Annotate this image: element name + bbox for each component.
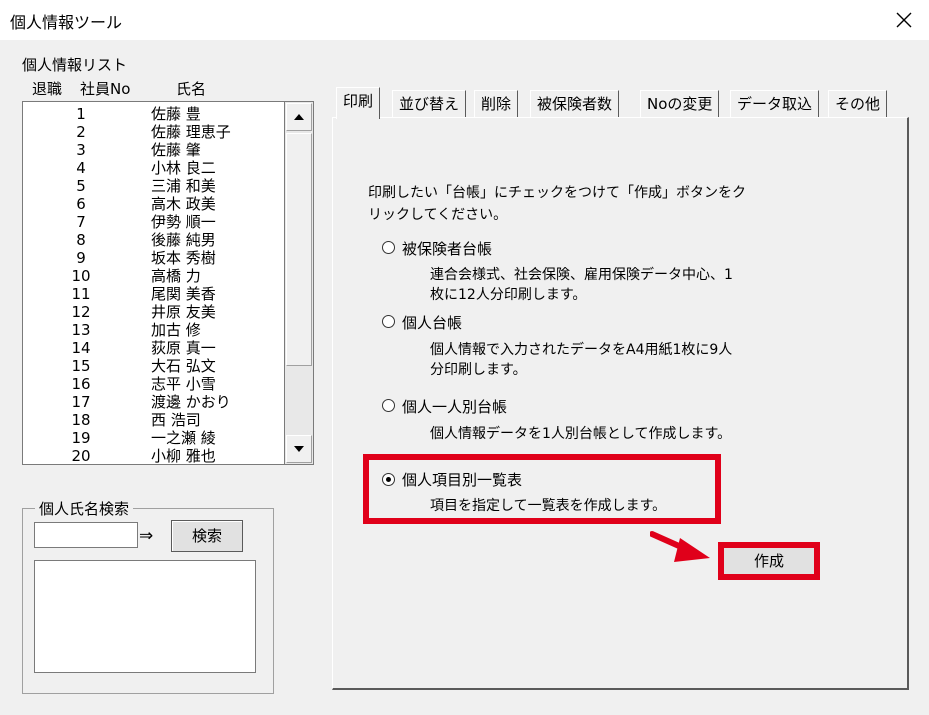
search-result-list[interactable]: [34, 560, 256, 673]
arrow-up-icon: [294, 114, 304, 120]
list-item[interactable]: 4 小林 良二: [23, 159, 285, 177]
option-label-individual-ledger: 個人一人別台帳: [402, 398, 508, 416]
list-item[interactable]: 3 佐藤 肇: [23, 141, 285, 159]
list-item[interactable]: 18 西 浩司: [23, 411, 285, 429]
radio-insured-ledger[interactable]: [382, 241, 395, 254]
search-group-title: 個人氏名検索: [35, 498, 134, 519]
list-item[interactable]: 16 志平 小雪: [23, 375, 285, 393]
option-desc-individual-ledger: 個人情報データを1人別台帳として作成します。: [430, 426, 732, 442]
col-header-retired: 退職: [32, 80, 63, 98]
search-button[interactable]: 検索: [171, 520, 243, 552]
radio-personal-ledger[interactable]: [382, 315, 395, 328]
list-item[interactable]: 12 井原 友美: [23, 303, 285, 321]
list-scrollbar[interactable]: [284, 101, 314, 465]
red-arrow-icon: [650, 531, 710, 562]
list-item[interactable]: 6 高木 政美: [23, 195, 285, 213]
list-item[interactable]: 8 後藤 純男: [23, 231, 285, 249]
arrow-down-icon: [294, 446, 304, 452]
list-item[interactable]: 5 三浦 和美: [23, 177, 285, 195]
col-header-name: 氏名: [176, 80, 207, 98]
list-title: 個人情報リスト: [22, 56, 128, 74]
tab-print[interactable]: 印刷: [336, 87, 381, 119]
scroll-up-button[interactable]: [286, 103, 312, 131]
list-item[interactable]: 15 大石 弘文: [23, 357, 285, 375]
employee-list[interactable]: 1 佐藤 豊 2 佐藤 理恵子 3 佐藤 肇 4 小林 良二 5 三浦 和美 6 高木 政美…: [22, 101, 314, 465]
window-title: 個人情報ツール: [10, 13, 123, 32]
tab-insured-count[interactable]: 被保険者数: [530, 90, 620, 118]
create-button[interactable]: 作成: [718, 542, 820, 580]
highlight-frame-option: [363, 454, 721, 524]
option-label-insured-ledger: 被保険者台帳: [402, 240, 493, 258]
title-bar: 個人情報ツール: [0, 0, 929, 40]
list-item[interactable]: 20 小柳 雅也: [23, 447, 285, 464]
list-item[interactable]: 14 荻原 真一: [23, 339, 285, 357]
option-desc-insured-ledger: 連合会様式、社会保険、雇用保険データ中心、1 枚に12人分印刷します。: [430, 267, 733, 303]
list-item[interactable]: 17 渡邊 かおり: [23, 393, 285, 411]
tab-data-import[interactable]: データ取込: [730, 90, 820, 118]
tab-change-no[interactable]: Noの変更: [640, 90, 720, 118]
radio-individual-ledger[interactable]: [382, 399, 395, 412]
arrow-right-icon: ⇒: [139, 526, 154, 546]
close-button[interactable]: [887, 4, 921, 36]
list-item[interactable]: 13 加古 修: [23, 321, 285, 339]
list-item[interactable]: 10 高橋 力: [23, 267, 285, 285]
list-item[interactable]: 19 一之瀬 綾: [23, 429, 285, 447]
list-item[interactable]: 11 尾関 美香: [23, 285, 285, 303]
list-item[interactable]: 7 伊勢 順一: [23, 213, 285, 231]
tab-sort[interactable]: 並び替え: [392, 90, 467, 118]
option-label-personal-ledger: 個人台帳: [402, 314, 463, 332]
option-desc-personal-ledger: 個人情報で入力されたデータをA4用紙1枚に9人 分印刷します。: [430, 342, 733, 378]
scroll-thumb[interactable]: [286, 133, 312, 366]
close-icon: [896, 12, 912, 28]
tab-other[interactable]: その他: [828, 90, 888, 118]
list-item[interactable]: 2 佐藤 理恵子: [23, 123, 285, 141]
tab-delete[interactable]: 削除: [474, 90, 519, 118]
scroll-down-button[interactable]: [286, 435, 312, 463]
name-search-input[interactable]: [34, 522, 138, 548]
print-instruction: 印刷したい「台帳」にチェックをつけて「作成」ボタンをク リックしてください。: [368, 185, 746, 223]
list-item[interactable]: 9 坂本 秀樹: [23, 249, 285, 267]
list-item[interactable]: 1 佐藤 豊: [23, 105, 285, 123]
col-header-employee-no: 社員No: [80, 80, 131, 98]
